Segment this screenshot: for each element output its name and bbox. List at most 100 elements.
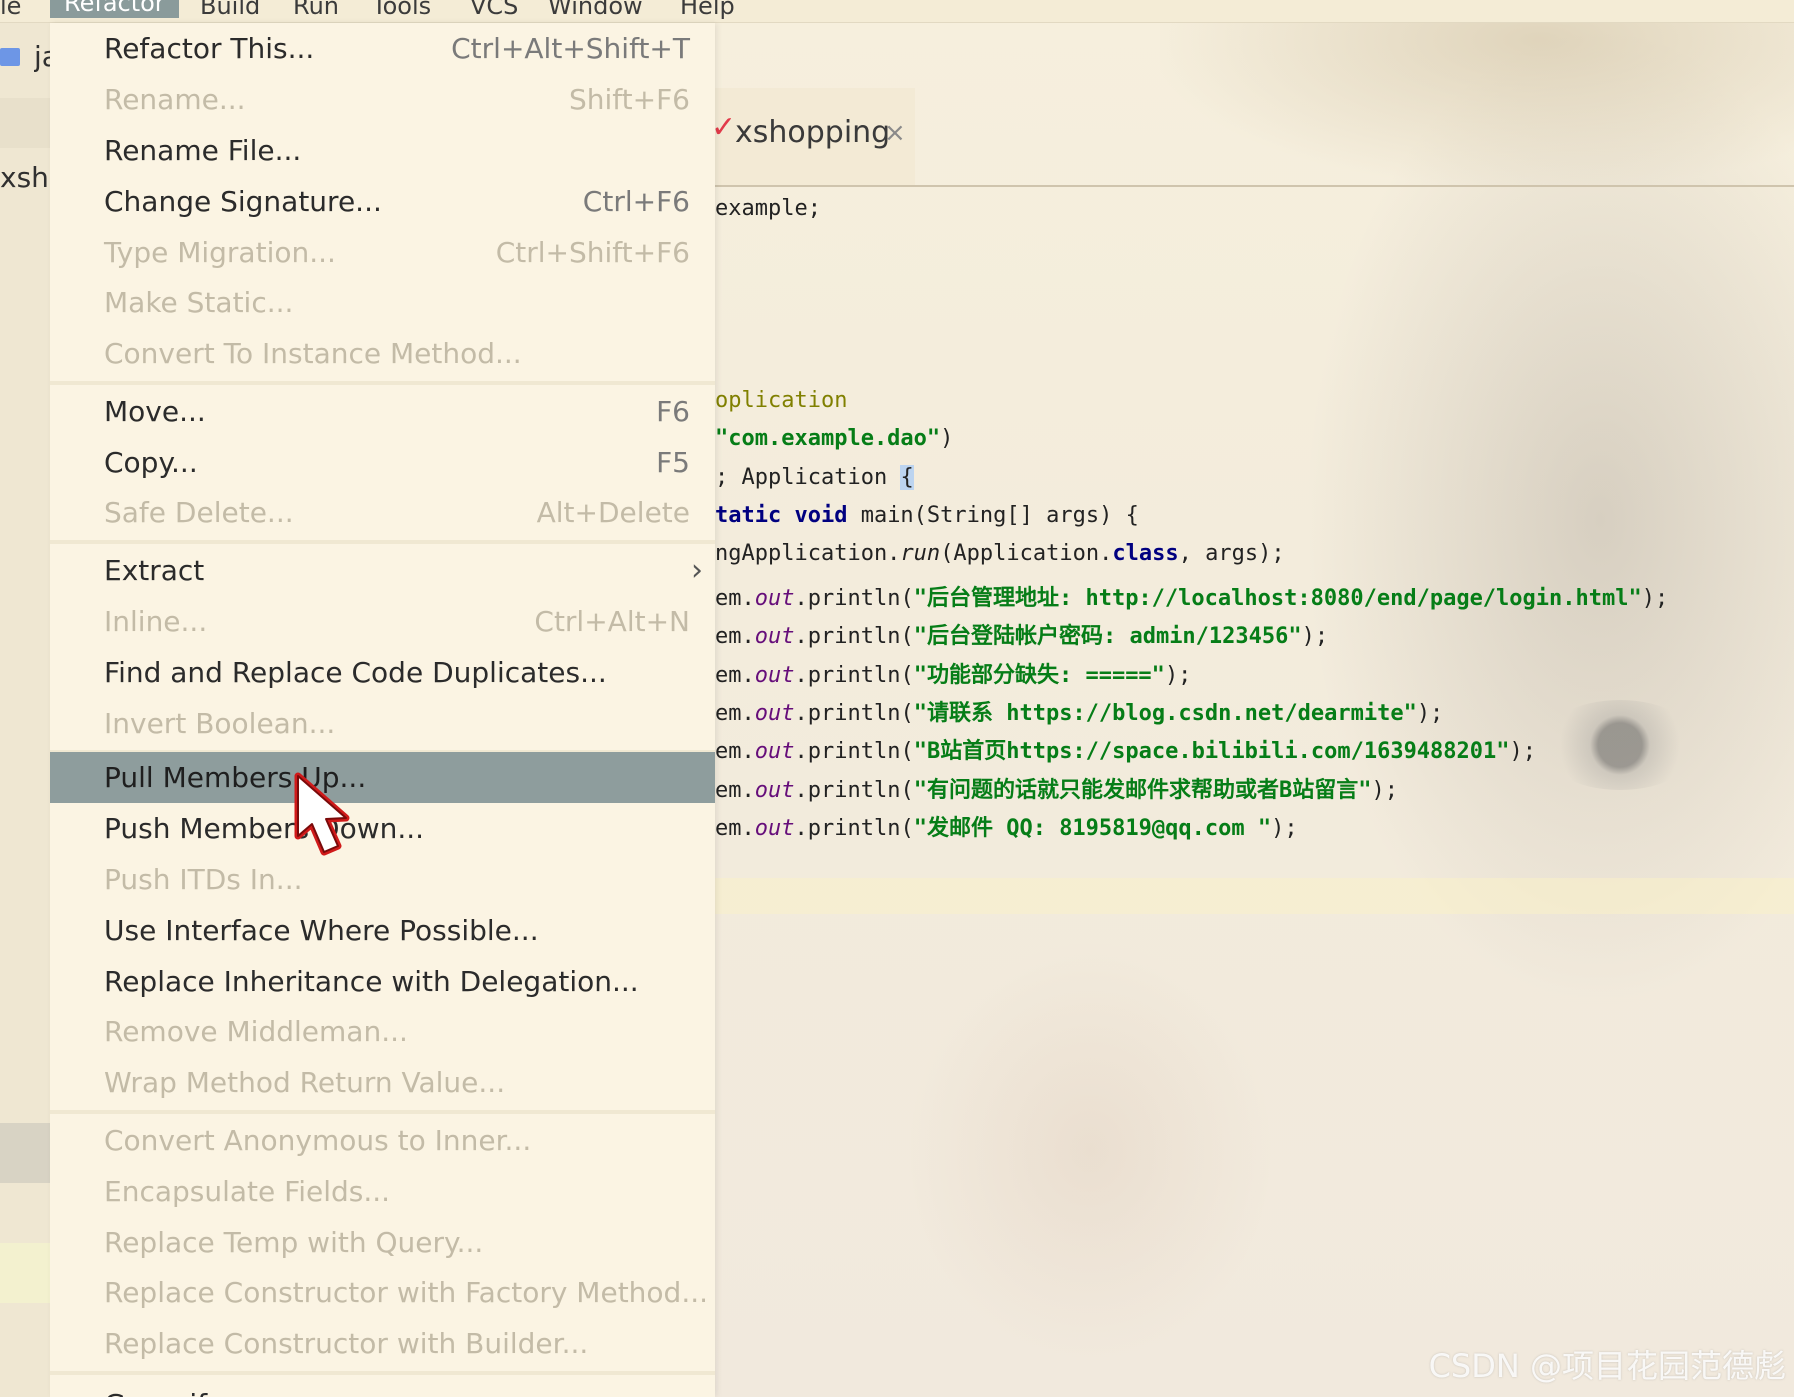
menu-item-inline[interactable]: Inline... Ctrl+Alt+N [50, 596, 715, 647]
menu-item-label: Generify... [104, 1379, 246, 1397]
string-literal: "com.example.dao" [715, 426, 941, 451]
code-text: ); [1641, 586, 1669, 611]
code-line-class: ; Application { [715, 465, 914, 490]
menu-item-invert-boolean[interactable]: Invert Boolean... [50, 698, 715, 749]
code-text: em. [715, 586, 755, 611]
code-line-run: ngApplication.run(Application.class, arg… [715, 541, 1285, 566]
static-field: out [754, 701, 795, 726]
menu-item-safe-delete[interactable]: Safe Delete... Alt+Delete [50, 487, 715, 538]
menu-item-label: Push ITDs In... [104, 863, 303, 896]
static-field: out [754, 663, 795, 688]
code-text: ); [1509, 739, 1537, 764]
mouse-pointer-icon [294, 772, 350, 856]
menu-item-find-replace-duplicates[interactable]: Find and Replace Code Duplicates... [50, 647, 715, 698]
code-text: (Application. [940, 541, 1113, 566]
menu-item-pull-members-up[interactable]: Pull Members Up... [50, 752, 715, 803]
menu-item-label: Make Static... [104, 286, 294, 319]
code-editor[interactable]: example; oplication "com.example.dao") ;… [715, 190, 1794, 1397]
string-literal: "请联系 https://blog.csdn.net/dearmite" [913, 701, 1417, 726]
menu-item-label: Type Migration... [104, 236, 336, 269]
code-line-println-2: em.out.println("后台登陆帐户密码: admin/123456")… [715, 618, 1328, 650]
menu-tools[interactable]: Tools [372, 0, 431, 20]
menu-item-label: Move... [104, 395, 206, 428]
close-icon[interactable]: × [884, 118, 906, 148]
menu-item-label: Rename... [104, 83, 246, 116]
menu-item-shortcut: Ctrl+Alt+N [534, 605, 690, 638]
string-literal: "后台管理地址: http://localhost:8080/end/page/… [913, 586, 1642, 611]
menu-item-make-static[interactable]: Make Static... [50, 277, 715, 328]
refactor-menu-popup: Refactor This... Ctrl+Alt+Shift+T Rename.… [50, 23, 715, 1397]
menu-item-refactor-this[interactable]: Refactor This... Ctrl+Alt+Shift+T [50, 23, 715, 74]
menu-item-label: Replace Temp with Query... [104, 1226, 484, 1259]
menu-item-label: Safe Delete... [104, 496, 294, 529]
menu-item-convert-to-instance-method[interactable]: Convert To Instance Method... [50, 328, 715, 379]
code-text: example; [715, 196, 821, 221]
static-field: out [754, 739, 795, 764]
menu-separator [50, 1110, 715, 1114]
code-text: ngApplication. [715, 541, 901, 566]
menu-item-push-members-down[interactable]: Push Members Down... [50, 803, 715, 854]
wallpaper-hair [1160, 0, 1794, 220]
menu-run[interactable]: Run [293, 0, 339, 20]
sidebar-highlight-row [0, 1243, 50, 1303]
string-literal: "有问题的话就只能发邮件求帮助或者B站留言" [913, 778, 1372, 803]
menu-item-replace-constructor-builder[interactable]: Replace Constructor with Builder... [50, 1318, 715, 1369]
menu-item-shortcut: F5 [656, 446, 690, 479]
menu-item-move[interactable]: Move... F6 [50, 386, 715, 437]
code-text: .println( [794, 624, 914, 649]
menu-item-extract[interactable]: Extract › [50, 545, 715, 596]
code-text: ); [1271, 816, 1298, 841]
module-name: xsh [0, 161, 49, 194]
menu-item-generify[interactable]: Generify... [50, 1375, 715, 1397]
menu-item-copy[interactable]: Copy... F5 [50, 437, 715, 488]
menu-help[interactable]: Help [680, 0, 735, 20]
menu-window[interactable]: Window [548, 0, 643, 20]
code-text: ); [1371, 778, 1398, 803]
code-text: .println( [794, 778, 914, 803]
menu-item-label: Rename File... [104, 134, 302, 167]
sidebar-selected-row[interactable] [0, 1123, 50, 1183]
project-root-row[interactable]: ja [0, 40, 59, 80]
menu-build[interactable]: Build [200, 0, 260, 20]
module-row[interactable]: xsh [0, 153, 50, 203]
menu-item-encapsulate-fields[interactable]: Encapsulate Fields... [50, 1166, 715, 1217]
menu-item-shortcut: Ctrl+Shift+F6 [495, 236, 690, 269]
code-text: ; Application [715, 465, 901, 490]
string-literal: "发邮件 QQ: 8195819@qq.com " [913, 816, 1272, 841]
menu-refactor[interactable]: Refactor [50, 0, 179, 18]
code-text: .println( [794, 816, 914, 841]
menu-item-label: Use Interface Where Possible... [104, 914, 539, 947]
code-text: em. [715, 701, 755, 726]
menu-item-rename[interactable]: Rename... Shift+F6 [50, 74, 715, 125]
menu-separator [50, 381, 715, 385]
menu-file[interactable]: le [0, 0, 21, 20]
editor-tab-xshopping[interactable]: xshopping [735, 115, 890, 150]
menu-item-wrap-return-value[interactable]: Wrap Method Return Value... [50, 1057, 715, 1108]
menu-item-shortcut: Ctrl+F6 [582, 185, 690, 218]
code-line-println-1: em.out.println("后台管理地址: http://localhost… [715, 580, 1668, 612]
menu-item-label: Remove Middleman... [104, 1015, 408, 1048]
code-text: , args); [1178, 541, 1285, 566]
code-text: ) [940, 426, 954, 451]
menu-item-replace-temp[interactable]: Replace Temp with Query... [50, 1217, 715, 1268]
menu-item-label: Convert Anonymous to Inner... [104, 1124, 532, 1157]
menu-item-convert-anonymous[interactable]: Convert Anonymous to Inner... [50, 1115, 715, 1166]
menu-item-replace-constructor-factory[interactable]: Replace Constructor with Factory Method.… [50, 1267, 715, 1318]
menu-item-label: Replace Inheritance with Delegation... [104, 965, 639, 998]
code-line-mapperscan: "com.example.dao") [715, 426, 953, 451]
menu-item-change-signature[interactable]: Change Signature... Ctrl+F6 [50, 176, 715, 227]
menu-item-label: Replace Constructor with Builder... [104, 1327, 589, 1360]
menu-item-remove-middleman[interactable]: Remove Middleman... [50, 1006, 715, 1057]
code-text: em. [715, 624, 755, 649]
menu-item-replace-inheritance[interactable]: Replace Inheritance with Delegation... [50, 956, 715, 1007]
string-literal: "后台登陆帐户密码: admin/123456" [913, 624, 1302, 649]
menu-item-rename-file[interactable]: Rename File... [50, 125, 715, 176]
static-field: out [754, 778, 795, 803]
menu-item-push-itds-in[interactable]: Push ITDs In... [50, 854, 715, 905]
menu-vcs[interactable]: VCS [470, 0, 518, 20]
code-line-println-7: em.out.println("发邮件 QQ: 8195819@qq.com "… [715, 810, 1298, 842]
method-name: run [900, 541, 941, 566]
main-menubar: le Refactor Build Run Tools VCS Window H… [0, 0, 1794, 23]
menu-item-type-migration[interactable]: Type Migration... Ctrl+Shift+F6 [50, 227, 715, 278]
menu-item-use-interface[interactable]: Use Interface Where Possible... [50, 905, 715, 956]
